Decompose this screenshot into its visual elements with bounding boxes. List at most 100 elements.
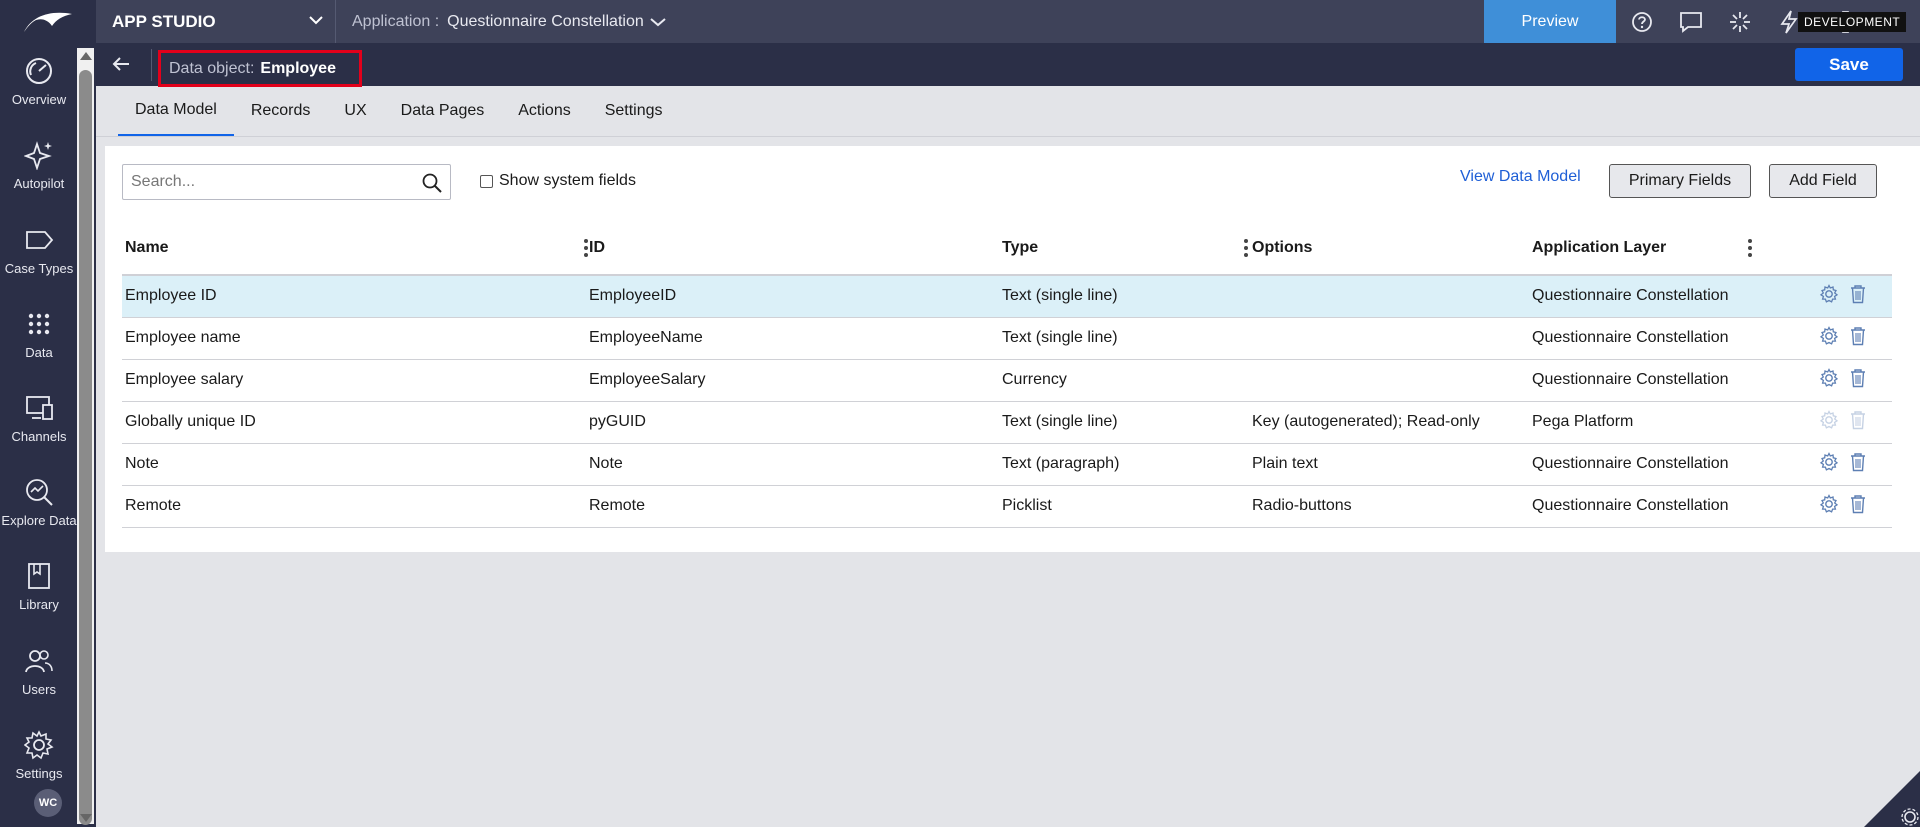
column-menu-icon[interactable] [1244,239,1248,257]
table-row[interactable]: Employee salary EmployeeSalary Currency Que… [122,359,1892,402]
divider [151,49,152,81]
trash-icon[interactable] [1849,368,1867,393]
cell-actions [1754,275,1892,318]
column-header-application-layer[interactable]: Application Layer [1529,221,1754,276]
column-header-options[interactable]: Options [1249,221,1529,276]
table-row[interactable]: Employee ID EmployeeID Text (single line) Q… [122,275,1892,318]
add-field-button[interactable]: Add Field [1769,164,1877,198]
column-header-name[interactable]: Name [122,221,588,276]
chat-icon[interactable] [1666,0,1715,43]
cell-options: Radio-buttons [1249,485,1529,528]
trash-icon[interactable] [1849,494,1867,519]
cell-type: Picklist [999,485,1249,528]
row-actions [1757,325,1892,351]
chevron-down-icon [650,17,666,26]
cell-options: Plain text [1249,443,1529,486]
row-actions [1757,367,1892,393]
data-object-name: Employee [260,59,336,77]
nav-item-explore-data[interactable]: Explore Data [0,477,78,557]
table-header-row: Name ID Type Options Application Layer [122,221,1892,276]
cell-name[interactable]: Remote [122,485,586,528]
tab-data-model[interactable]: Data Model [118,86,234,136]
scroll-down-arrow-icon[interactable] [80,814,92,822]
row-actions [1757,451,1892,477]
nav-item-library[interactable]: Library [0,561,78,641]
column-header-actions [1754,221,1892,276]
data-object-label: Data object: [169,59,255,77]
show-system-fields[interactable]: Show system fields [480,172,636,190]
tab-ux[interactable]: UX [327,86,383,136]
cell-name[interactable]: Globally unique ID [122,401,586,444]
sub-header: Data object: Employee [96,43,1920,87]
pega-logo-icon[interactable] [0,0,96,43]
settings-icon [24,730,54,760]
gear-icon[interactable] [1819,451,1839,477]
cell-type: Text (paragraph) [999,443,1249,486]
nav-item-users[interactable]: Users [0,646,78,726]
corner-settings[interactable] [1864,771,1920,827]
studio-name: APP STUDIO [112,11,216,31]
cell-id: EmployeeID [586,275,999,318]
tab-data-pages[interactable]: Data Pages [384,86,502,136]
nav-item-data[interactable]: Data [0,309,78,389]
help-icon[interactable] [1617,0,1666,43]
table-row[interactable]: Note Note Text (paragraph) Plain text Questi… [122,443,1892,486]
gear-icon[interactable] [1819,367,1839,393]
tab-actions[interactable]: Actions [501,86,587,136]
gear-icon[interactable] [1819,493,1839,519]
trash-icon[interactable] [1849,452,1867,477]
cell-name[interactable]: Employee name [122,317,586,360]
search-input[interactable] [131,173,411,191]
cell-name[interactable]: Employee ID [122,275,586,318]
nav-item-autopilot[interactable]: Autopilot [0,140,78,220]
back-arrow-icon[interactable] [112,56,130,77]
cell-options [1249,359,1529,402]
cell-id: Note [586,443,999,486]
case-type-icon [26,231,54,249]
gear-icon[interactable] [1819,325,1839,351]
column-header-type[interactable]: Type [999,221,1249,276]
search-icon[interactable] [422,173,442,193]
show-system-fields-checkbox[interactable] [480,174,493,188]
cell-id: EmployeeSalary [586,359,999,402]
column-menu-icon[interactable] [1748,239,1752,257]
primary-fields-button[interactable]: Primary Fields [1609,164,1751,198]
cell-name[interactable]: Employee salary [122,359,586,402]
table-row[interactable]: Globally unique ID pyGUID Text (single lin… [122,401,1892,444]
explore-data-icon [26,479,53,506]
trash-icon[interactable] [1849,410,1867,435]
trash-icon[interactable] [1849,284,1867,309]
table-row[interactable]: Employee name EmployeeName Text (single li… [122,317,1892,360]
scroll-up-arrow-icon[interactable] [80,52,92,60]
avatar[interactable]: WC [34,789,62,817]
studio-switcher[interactable]: APP STUDIO [96,0,336,43]
table-row[interactable]: Remote Remote Picklist Radio-buttons Questio… [122,485,1892,528]
preview-button[interactable]: Preview [1484,0,1616,43]
tab-bar: Data Model Records UX Data Pages Actions… [118,86,680,137]
tab-records[interactable]: Records [234,86,328,136]
application-switcher[interactable]: Application : Questionnaire Constellatio… [336,0,666,43]
users-icon [25,650,53,673]
cell-id: Remote [586,485,999,528]
environment-badge: DEVELOPMENT [1798,12,1907,32]
view-data-model-link[interactable]: View Data Model [1460,168,1581,186]
cell-name[interactable]: Note [122,443,586,486]
row-actions [1757,409,1892,435]
nav-item-case-types[interactable]: Case Types [0,225,78,305]
data-model-panel: Show system fields View Data Model Prima… [105,146,1920,552]
cell-layer: Questionnaire Constellation [1529,485,1754,528]
loading-activity-icon[interactable] [1715,0,1764,43]
nav-item-channels[interactable]: Channels [0,393,78,473]
nav-scrollbar[interactable] [77,48,94,825]
data-grid-icon [28,313,50,335]
column-header-id[interactable]: ID [586,221,999,276]
tab-settings[interactable]: Settings [588,86,680,136]
application-name: Questionnaire Constellation [447,12,644,30]
nav-item-overview[interactable]: Overview [0,56,78,136]
cell-id: pyGUID [586,401,999,444]
nav-scroll-thumb[interactable] [79,70,92,825]
trash-icon[interactable] [1849,326,1867,351]
gear-icon[interactable] [1819,409,1839,435]
gear-icon[interactable] [1819,283,1839,309]
save-button[interactable]: Save [1795,48,1903,81]
